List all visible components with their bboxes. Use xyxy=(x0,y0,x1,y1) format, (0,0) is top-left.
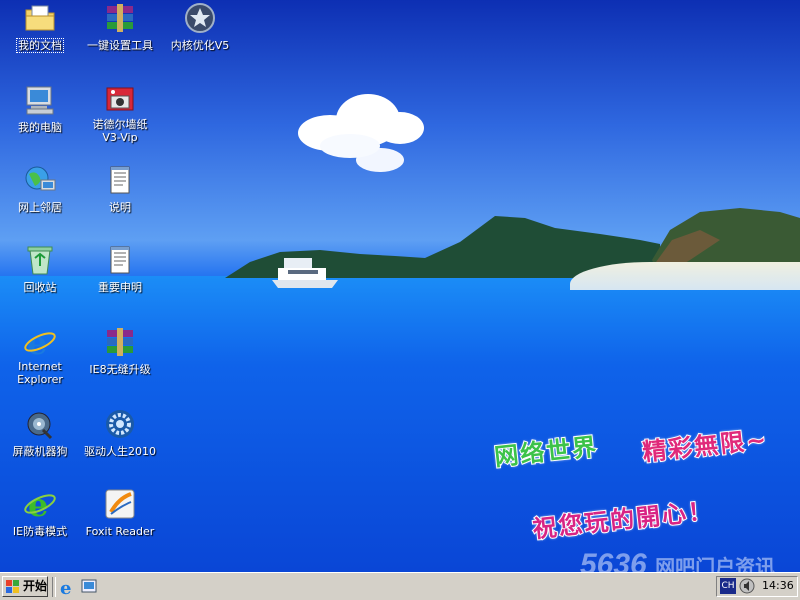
wallpaper-beach xyxy=(570,262,800,290)
wallpaper-camera-icon xyxy=(103,84,137,116)
desktop-icon-label: Internet Explorer xyxy=(17,360,63,386)
desktop-icon-block-robot-dog[interactable]: 屏蔽机器狗 xyxy=(0,408,80,472)
desktop-icon-label: 说明 xyxy=(109,201,131,214)
desktop-icon-label: 我的文档 xyxy=(16,38,64,53)
input-method-indicator[interactable]: CH xyxy=(720,578,736,594)
wallpaper-cloud xyxy=(298,94,424,172)
desktop-icon-label: 驱动人生2010 xyxy=(84,445,156,458)
start-label: 开始 xyxy=(23,579,48,593)
desktop-icon-wallpaper-tool[interactable]: 诺德尔墙纸 V3-Vip xyxy=(80,84,160,148)
desktop-icon-readme[interactable]: 说明 xyxy=(80,164,160,228)
notepad-icon xyxy=(103,244,137,276)
watermark-number: 5636 xyxy=(580,548,647,572)
network-globe-icon xyxy=(23,164,57,196)
desktop-icon-one-click-setup[interactable]: 一键设置工具 xyxy=(80,2,160,66)
computer-icon xyxy=(23,84,57,116)
taskbar-clock[interactable]: 14:36 xyxy=(762,579,794,592)
desktop-icon-label: IE8无缝升级 xyxy=(89,363,151,376)
desktop-icon-recycle-bin[interactable]: 回收站 xyxy=(0,244,80,308)
desktop-icon-label: 诺德尔墙纸 V3-Vip xyxy=(92,118,148,144)
desktop-icon-ie-antivirus-mode[interactable]: e IE防毒模式 xyxy=(0,486,80,552)
svg-text:e: e xyxy=(60,578,71,596)
star-disc-icon xyxy=(183,2,217,34)
watermark: 5636 网吧门户资讯 xyxy=(580,548,775,572)
desktop-icon-internet-explorer[interactable]: e Internet Explorer xyxy=(0,324,80,390)
tray-volume-icon[interactable] xyxy=(739,578,755,594)
desktop-icon-important-notice[interactable]: 重要申明 xyxy=(80,244,160,308)
satellite-dish-icon xyxy=(23,408,57,440)
gear-icon xyxy=(103,408,137,440)
desktop-icon-my-computer[interactable]: 我的电脑 xyxy=(0,84,80,148)
desktop-icon-label: IE防毒模式 xyxy=(12,525,68,538)
watermark-text: 网吧门户资讯 xyxy=(655,557,776,572)
svg-text:e: e xyxy=(28,488,48,520)
start-button[interactable]: 开始 xyxy=(2,576,48,597)
quicklaunch-ie-icon[interactable]: e xyxy=(58,578,76,599)
desktop-icon-label: 网上邻居 xyxy=(18,201,62,214)
taskbar: 开始 e xyxy=(0,572,800,600)
folder-icon xyxy=(23,2,57,34)
desktop-icon-ie8-upgrade[interactable]: IE8无缝升级 xyxy=(80,326,160,390)
desktop-icon-label: 回收站 xyxy=(23,281,57,294)
winrar-archive-icon xyxy=(103,326,137,358)
foxit-reader-icon xyxy=(103,488,137,520)
quicklaunch-show-desktop-icon[interactable] xyxy=(80,578,98,596)
desktop-icon-label: 我的电脑 xyxy=(18,121,62,134)
desktop-icon-network[interactable]: 网上邻居 xyxy=(0,164,80,228)
desktop-icon-label: 屏蔽机器狗 xyxy=(12,445,68,458)
windows-flag-icon xyxy=(6,580,19,593)
quicklaunch-separator xyxy=(52,577,56,597)
desktop-icon-kernel-optimize[interactable]: 内核优化V5 xyxy=(160,2,240,66)
wallpaper-boat xyxy=(272,258,338,288)
desktop-icon-foxit-reader[interactable]: Foxit Reader xyxy=(80,488,160,552)
ie-green-icon: e xyxy=(23,486,57,524)
recycle-bin-icon xyxy=(23,244,57,276)
desktop-icon-label: 内核优化V5 xyxy=(170,39,230,52)
desktop-icon-my-documents[interactable]: 我的文档 xyxy=(0,2,80,66)
desktop-icon-label: Foxit Reader xyxy=(85,525,155,538)
desktop[interactable]: 我的文档 我的电脑 网上邻居 回收站 e Internet Explorer 屏… xyxy=(0,0,800,572)
desktop-icon-label: 一键设置工具 xyxy=(87,39,153,52)
winrar-archive-icon xyxy=(103,2,137,34)
notepad-icon xyxy=(103,164,137,196)
desktop-icon-driver-genius[interactable]: 驱动人生2010 xyxy=(80,408,160,472)
internet-explorer-icon: e xyxy=(23,324,57,362)
desktop-icon-label: 重要申明 xyxy=(98,281,142,294)
